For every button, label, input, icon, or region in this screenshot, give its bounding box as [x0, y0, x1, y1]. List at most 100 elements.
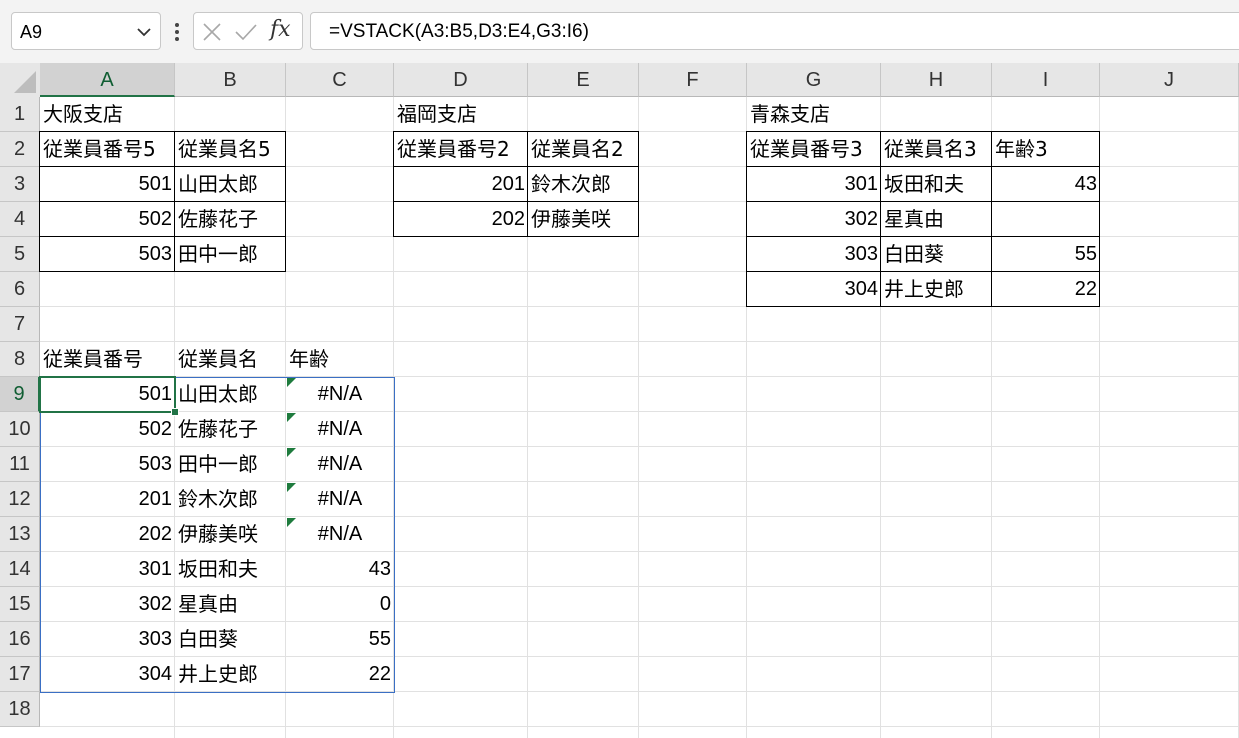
cell-a5[interactable]: 503	[40, 237, 175, 272]
cell-b15[interactable]: 星真由	[175, 587, 241, 622]
cell-e2[interactable]: 従業員名2	[528, 132, 627, 167]
row-header-2[interactable]: 2	[0, 132, 40, 167]
cell-a12[interactable]: 201	[40, 482, 175, 517]
cell-g2[interactable]: 従業員番号3	[747, 132, 866, 167]
cell-g4[interactable]: 302	[747, 202, 881, 237]
cell-h2[interactable]: 従業員名3	[881, 132, 980, 167]
cell-d2[interactable]: 従業員番号2	[394, 132, 513, 167]
cell-a3[interactable]: 501	[40, 167, 175, 202]
cell-b4[interactable]: 佐藤花子	[175, 202, 261, 237]
select-all-corner[interactable]	[0, 63, 40, 97]
column-header-a[interactable]: A	[40, 63, 175, 97]
column-header-c[interactable]: C	[286, 63, 394, 97]
cell-b17[interactable]: 井上史郎	[175, 657, 261, 692]
cell-b10[interactable]: 佐藤花子	[175, 412, 261, 447]
cell-a2[interactable]: 従業員番号5	[40, 132, 159, 167]
cell-c12[interactable]: #N/A	[286, 482, 394, 517]
cell-a1[interactable]: 大阪支店	[40, 97, 126, 132]
chevron-down-icon[interactable]	[136, 25, 152, 39]
cell-b13[interactable]: 伊藤美咲	[175, 517, 261, 552]
cell-i3[interactable]: 43	[992, 167, 1100, 202]
cell-g1[interactable]: 青森支店	[747, 97, 833, 132]
column-header-b[interactable]: B	[175, 63, 286, 97]
cell-i2[interactable]: 年齢3	[992, 132, 1051, 167]
cell-e3[interactable]: 鈴木次郎	[528, 167, 614, 202]
cell-c9[interactable]: #N/A	[286, 377, 394, 412]
cell-c16[interactable]: 55	[286, 622, 394, 657]
row-header-5[interactable]: 5	[0, 237, 40, 272]
row-header-9[interactable]: 9	[0, 377, 40, 412]
cell-a11[interactable]: 503	[40, 447, 175, 482]
cell-b2[interactable]: 従業員名5	[175, 132, 274, 167]
cell-a9[interactable]: 501	[40, 377, 175, 412]
cell-a10[interactable]: 502	[40, 412, 175, 447]
column-header-j[interactable]: J	[1100, 63, 1239, 97]
cell-c15[interactable]: 0	[286, 587, 394, 622]
cell-a14[interactable]: 301	[40, 552, 175, 587]
cell-b12[interactable]: 鈴木次郎	[175, 482, 261, 517]
checkmark-icon[interactable]	[234, 22, 258, 42]
row-header-10[interactable]: 10	[0, 412, 40, 447]
cell-a15[interactable]: 302	[40, 587, 175, 622]
cell-g5[interactable]: 303	[747, 237, 881, 272]
cell-c17[interactable]: 22	[286, 657, 394, 692]
row-header-17[interactable]: 17	[0, 657, 40, 692]
cell-b14[interactable]: 坂田和夫	[175, 552, 261, 587]
cell-b8[interactable]: 従業員名	[175, 342, 261, 377]
error-indicator-icon[interactable]	[287, 378, 296, 387]
column-header-i[interactable]: I	[992, 63, 1100, 97]
row-header-14[interactable]: 14	[0, 552, 40, 587]
cell-a13[interactable]: 202	[40, 517, 175, 552]
cell-h4[interactable]: 星真由	[881, 202, 947, 237]
row-header-7[interactable]: 7	[0, 307, 40, 342]
cell-b3[interactable]: 山田太郎	[175, 167, 261, 202]
fill-handle[interactable]	[171, 408, 179, 416]
column-header-e[interactable]: E	[528, 63, 639, 97]
cell-d3[interactable]: 201	[394, 167, 528, 202]
cell-a16[interactable]: 303	[40, 622, 175, 657]
cell-c10[interactable]: #N/A	[286, 412, 394, 447]
cancel-icon[interactable]	[202, 22, 222, 42]
row-header-1[interactable]: 1	[0, 97, 40, 132]
cell-i5[interactable]: 55	[992, 237, 1100, 272]
cell-c14[interactable]: 43	[286, 552, 394, 587]
cell-a17[interactable]: 304	[40, 657, 175, 692]
cell-a8[interactable]: 従業員番号	[40, 342, 146, 377]
cell-h6[interactable]: 井上史郎	[881, 272, 967, 307]
cell-c8[interactable]: 年齢	[286, 342, 332, 377]
cell-h5[interactable]: 白田葵	[881, 237, 947, 272]
row-header-3[interactable]: 3	[0, 167, 40, 202]
cell-g6[interactable]: 304	[747, 272, 881, 307]
row-header-8[interactable]: 8	[0, 342, 40, 377]
row-header-12[interactable]: 12	[0, 482, 40, 517]
row-header-11[interactable]: 11	[0, 447, 40, 482]
column-header-h[interactable]: H	[881, 63, 992, 97]
cell-a4[interactable]: 502	[40, 202, 175, 237]
cell-i6[interactable]: 22	[992, 272, 1100, 307]
error-indicator-icon[interactable]	[287, 413, 296, 422]
error-indicator-icon[interactable]	[287, 518, 296, 527]
name-box[interactable]: A9	[11, 12, 161, 50]
formula-input[interactable]: =VSTACK(A3:B5,D3:E4,G3:I6)	[310, 12, 1239, 50]
row-header-4[interactable]: 4	[0, 202, 40, 237]
cell-g3[interactable]: 301	[747, 167, 881, 202]
column-header-f[interactable]: F	[639, 63, 747, 97]
row-header-6[interactable]: 6	[0, 272, 40, 307]
row-header-16[interactable]: 16	[0, 622, 40, 657]
more-options-icon[interactable]	[172, 20, 182, 44]
cell-c13[interactable]: #N/A	[286, 517, 394, 552]
cell-b16[interactable]: 白田葵	[175, 622, 241, 657]
cell-b9[interactable]: 山田太郎	[175, 377, 261, 412]
row-header-15[interactable]: 15	[0, 587, 40, 622]
column-header-g[interactable]: G	[747, 63, 881, 97]
cell-h3[interactable]: 坂田和夫	[881, 167, 967, 202]
error-indicator-icon[interactable]	[287, 448, 296, 457]
error-indicator-icon[interactable]	[287, 483, 296, 492]
row-header-13[interactable]: 13	[0, 517, 40, 552]
cell-c11[interactable]: #N/A	[286, 447, 394, 482]
cell-d4[interactable]: 202	[394, 202, 528, 237]
cell-e4[interactable]: 伊藤美咲	[528, 202, 614, 237]
cell-b5[interactable]: 田中一郎	[175, 237, 261, 272]
cell-d1[interactable]: 福岡支店	[394, 97, 480, 132]
row-header-18[interactable]: 18	[0, 692, 40, 727]
